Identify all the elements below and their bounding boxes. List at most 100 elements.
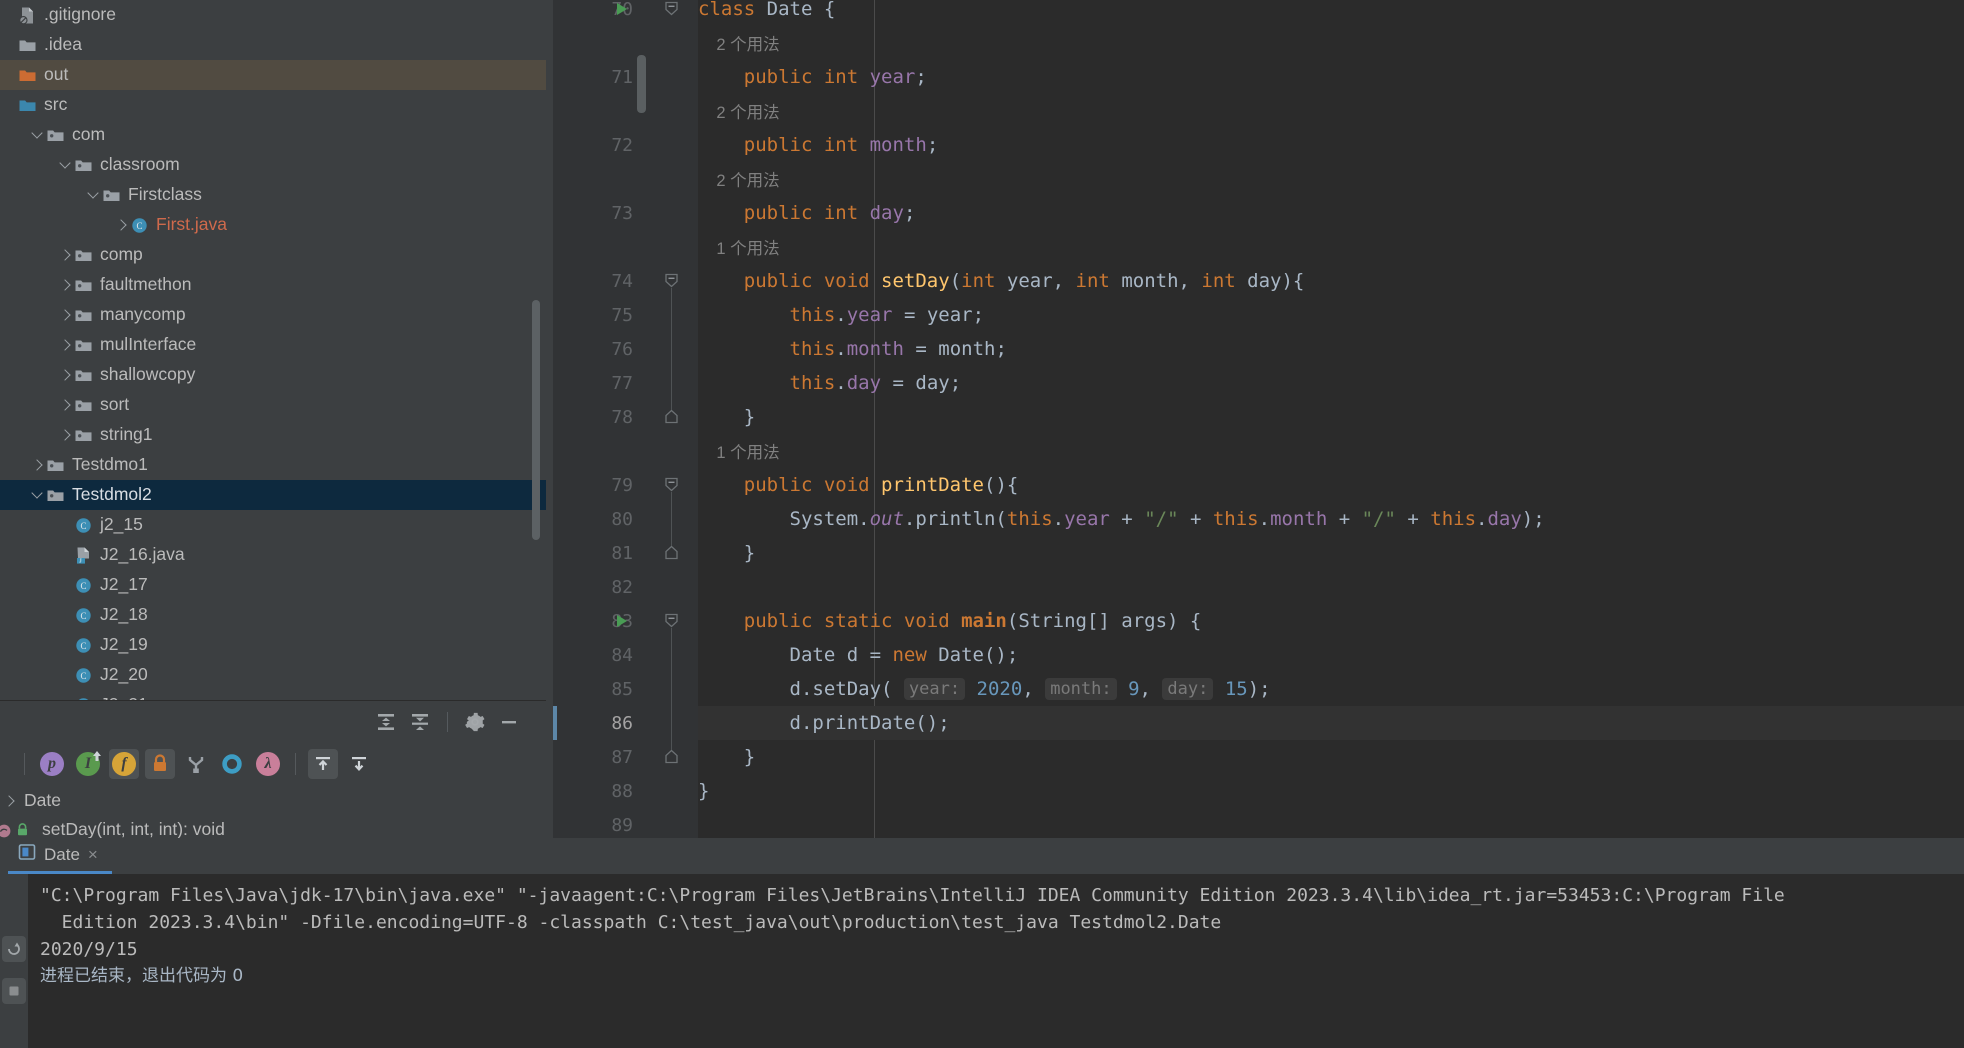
- chevron-right-icon[interactable]: [58, 397, 74, 413]
- show-anonymous-icon[interactable]: [217, 749, 247, 779]
- chevron-right-icon[interactable]: [2, 793, 18, 809]
- tree-item-out[interactable]: out: [0, 60, 546, 90]
- editor-scrollbar[interactable]: [637, 55, 646, 838]
- tree-item-j2-19[interactable]: C J2_19: [0, 630, 546, 660]
- tree-item-j2-21[interactable]: CJ2_21: [0, 690, 546, 700]
- tree-item-j2-20[interactable]: C J2_20: [0, 660, 546, 690]
- run-gutter-icon[interactable]: [617, 3, 627, 15]
- tree-item-j2-18[interactable]: C J2_18: [0, 600, 546, 630]
- code-line[interactable]: }: [698, 740, 1964, 774]
- rerun-icon[interactable]: [2, 936, 26, 962]
- console-tab-date[interactable]: Date ×: [8, 838, 112, 874]
- show-inherited-icon[interactable]: I: [73, 749, 103, 779]
- close-icon[interactable]: ×: [88, 845, 98, 865]
- editor-scroll-thumb[interactable]: [637, 55, 646, 113]
- code-line[interactable]: [698, 808, 1964, 838]
- code-line[interactable]: public int year;: [698, 60, 1964, 94]
- code-line[interactable]: public void printDate(){: [698, 468, 1964, 502]
- tree-item-j2-16-java[interactable]: J J2_16.java: [0, 540, 546, 570]
- tree-item-first-java[interactable]: C First.java: [0, 210, 546, 240]
- usage-hint[interactable]: 2 个用法: [698, 94, 779, 128]
- tree-item-string1[interactable]: string1: [0, 420, 546, 450]
- show-lambdas-icon[interactable]: λ: [253, 749, 283, 779]
- editor-gutter[interactable]: 70 71 72 73 74 75 76 77 78 79 80 81 82 83 84 85 86 87 88 89…: [553, 0, 646, 838]
- collapse-all-structure-icon[interactable]: [344, 749, 374, 779]
- usage-hint[interactable]: 2 个用法: [698, 162, 779, 196]
- console-output[interactable]: "C:\Program Files\Java\jdk-17\bin\java.e…: [28, 874, 1964, 1048]
- usage-hint[interactable]: 2 个用法: [698, 26, 779, 60]
- code-line[interactable]: System. out .println(this. year + "/" + thi…: [698, 502, 1964, 536]
- editor-code-area[interactable]: class Date { 2 个用法 public int year; 2 个用…: [698, 0, 1964, 838]
- project-tree[interactable]: .gitignore .idea out src com classroom Firstcl…: [0, 0, 546, 700]
- expand-all-structure-icon[interactable]: [308, 749, 338, 779]
- tree-item-testdmol2[interactable]: Testdmol2: [0, 480, 546, 510]
- stop-icon[interactable]: [2, 978, 26, 1004]
- show-properties-icon[interactable]: p: [37, 749, 67, 779]
- fold-end-icon[interactable]: [664, 409, 679, 424]
- code-line[interactable]: public void setDay(int year, int month, …: [698, 264, 1964, 298]
- code-line[interactable]: [698, 570, 1964, 604]
- structure-item-0[interactable]: Date: [0, 786, 546, 815]
- show-fields-icon[interactable]: f: [109, 749, 139, 779]
- tree-item-src[interactable]: src: [0, 90, 546, 120]
- code-line[interactable]: class Date {: [698, 0, 1964, 26]
- chevron-down-icon[interactable]: [30, 487, 46, 503]
- chevron-right-icon[interactable]: [58, 367, 74, 383]
- chevron-right-icon[interactable]: [30, 457, 46, 473]
- code-line[interactable]: public int day;: [698, 196, 1964, 230]
- code-line[interactable]: this. day = day;: [698, 366, 1964, 400]
- code-line[interactable]: }: [698, 536, 1964, 570]
- fold-collapse-icon[interactable]: [664, 613, 679, 628]
- chevron-down-icon[interactable]: [86, 187, 102, 203]
- tree-item-mulinterface[interactable]: mulInterface: [0, 330, 546, 360]
- chevron-right-icon[interactable]: [58, 247, 74, 263]
- group-methods-icon[interactable]: [181, 749, 211, 779]
- tree-item-j2-17[interactable]: C J2_17: [0, 570, 546, 600]
- tree-item-classroom[interactable]: classroom: [0, 150, 546, 180]
- code-line[interactable]: Date d = new Date();: [698, 638, 1964, 672]
- usage-hint[interactable]: 1 个用法: [698, 434, 779, 468]
- code-editor[interactable]: 70 71 72 73 74 75 76 77 78 79 80 81 82 83 84 85 86 87 88 89…: [553, 0, 1964, 838]
- settings-gear-icon[interactable]: [460, 707, 490, 737]
- editor-fold-strip[interactable]: [646, 0, 698, 838]
- code-line[interactable]: }: [698, 774, 1964, 808]
- code-line[interactable]: d.setDay( year: 2020, month: 9, day: 15)…: [698, 672, 1964, 706]
- collapse-all-icon[interactable]: [405, 707, 435, 737]
- tree-item-manycomp[interactable]: manycomp: [0, 300, 546, 330]
- tree-item--idea[interactable]: .idea: [0, 30, 546, 60]
- tree-item-j2-15[interactable]: Cj2_15: [0, 510, 546, 540]
- chevron-down-icon[interactable]: [58, 157, 74, 173]
- fold-collapse-icon[interactable]: [664, 477, 679, 492]
- hide-panel-icon[interactable]: [494, 707, 524, 737]
- code-line[interactable]: }: [698, 400, 1964, 434]
- fold-collapse-icon[interactable]: [664, 1, 679, 16]
- tree-item-shallowcopy[interactable]: shallowcopy: [0, 360, 546, 390]
- code-line[interactable]: d.printDate();: [698, 706, 1964, 740]
- show-non-public-icon[interactable]: [145, 749, 175, 779]
- code-line[interactable]: public int month;: [698, 128, 1964, 162]
- code-line[interactable]: this. year = year;: [698, 298, 1964, 332]
- chevron-right-icon[interactable]: [114, 217, 130, 233]
- project-tree-scroll-thumb[interactable]: [532, 300, 540, 540]
- chevron-down-icon[interactable]: [30, 127, 46, 143]
- project-tree-scrollbar[interactable]: [532, 0, 540, 700]
- structure-tool-window[interactable]: Date setDay(int, int, int): void: [0, 786, 546, 838]
- tree-item-comp[interactable]: comp: [0, 240, 546, 270]
- structure-item-1[interactable]: setDay(int, int, int): void: [0, 815, 546, 838]
- code-line[interactable]: this. month = month;: [698, 332, 1964, 366]
- fold-end-icon[interactable]: [664, 545, 679, 560]
- fold-end-icon[interactable]: [664, 749, 679, 764]
- tree-item-firstclass[interactable]: Firstclass: [0, 180, 546, 210]
- code-line[interactable]: public static void main (String[] args) {: [698, 604, 1964, 638]
- tree-item-testdmo1[interactable]: Testdmo1: [0, 450, 546, 480]
- chevron-right-icon[interactable]: [58, 277, 74, 293]
- tree-item-sort[interactable]: sort: [0, 390, 546, 420]
- fold-collapse-icon[interactable]: [664, 273, 679, 288]
- tree-item--gitignore[interactable]: .gitignore: [0, 0, 546, 30]
- run-gutter-icon[interactable]: [617, 615, 627, 627]
- tree-item-com[interactable]: com: [0, 120, 546, 150]
- usage-hint[interactable]: 1 个用法: [698, 230, 779, 264]
- expand-all-icon[interactable]: [371, 707, 401, 737]
- chevron-right-icon[interactable]: [58, 307, 74, 323]
- chevron-right-icon[interactable]: [58, 337, 74, 353]
